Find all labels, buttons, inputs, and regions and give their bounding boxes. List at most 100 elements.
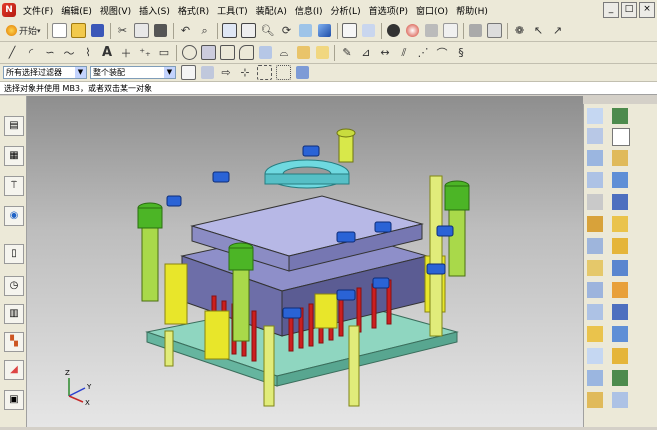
save-button[interactable] [89,22,107,40]
line-button[interactable]: ╱ [3,44,21,62]
curve-button[interactable]: ～ [60,44,78,62]
revolve-button[interactable] [612,108,628,124]
minimize-button[interactable]: _ [603,2,619,18]
menu-analysis[interactable]: 分析(L) [327,4,365,17]
palette-tab[interactable]: ◢ [4,360,24,380]
view-orient-button[interactable] [360,22,378,40]
rectangle-button[interactable]: ▭ [155,44,173,62]
menu-assemblies[interactable]: 装配(A) [252,4,291,17]
shell-button[interactable] [612,216,628,232]
trim-button[interactable] [199,44,217,62]
cut-button[interactable]: ✂ [114,22,132,40]
slot-button[interactable] [587,172,603,188]
curve-length-button[interactable]: ⌒ [433,44,451,62]
offset-face-button[interactable] [587,326,603,342]
process-studio-tab[interactable]: ▥ [4,304,24,324]
unite-button[interactable] [612,282,628,298]
fillet-button[interactable] [237,44,255,62]
quick-pick-button[interactable] [255,64,273,82]
type-filter-dropdown[interactable]: 所有选择过滤器 ▼ [3,66,87,79]
pad-button[interactable] [612,150,628,166]
point-button[interactable]: ＋ [117,44,135,62]
close-button[interactable]: × [639,2,655,18]
text-button[interactable]: A [98,44,116,62]
menu-preferences[interactable]: 首选项(P) [365,4,412,17]
roles-tab[interactable]: ▚ [4,332,24,352]
new-button[interactable] [51,22,69,40]
menu-view[interactable]: 视图(V) [96,4,135,17]
zoom-button[interactable] [240,22,258,40]
mirror-button[interactable] [587,260,603,276]
restore-button[interactable]: □ [621,2,637,18]
thread-button[interactable] [587,194,603,210]
groove-button[interactable] [612,172,628,188]
patch-button[interactable] [612,348,628,364]
layer-settings-button[interactable] [486,22,504,40]
lip-button[interactable] [612,392,628,408]
chamfer-button[interactable] [587,216,603,232]
assembly-select-button[interactable] [293,64,311,82]
menu-insert[interactable]: 插入(S) [135,4,174,17]
offset-button[interactable] [180,44,198,62]
hole-button[interactable] [587,128,603,144]
reuse-library-tab[interactable]: ⍡ [4,176,24,196]
emboss-button[interactable] [587,370,603,386]
helix-button[interactable]: § [452,44,470,62]
start-button[interactable]: 开始 ▾ [3,22,44,40]
draft-button[interactable] [587,238,603,254]
fit-button[interactable] [221,22,239,40]
menu-format[interactable]: 格式(R) [174,4,213,17]
zoom-in-button[interactable]: 🔍︎ [259,22,277,40]
rib-button[interactable] [587,392,603,408]
undo-button[interactable]: ↶ [177,22,195,40]
intersect-button[interactable] [612,304,628,320]
graphics-window[interactable]: Z Y X [27,96,583,427]
copy-button[interactable] [133,22,151,40]
project-button[interactable] [313,44,331,62]
rotate-button[interactable]: ⟳ [278,22,296,40]
sew-button[interactable] [587,348,603,364]
general-selection-button[interactable] [179,64,197,82]
menu-tools[interactable]: 工具(T) [213,4,252,17]
selection-intent-button[interactable]: ⇨ [217,64,235,82]
material-button[interactable] [442,22,460,40]
dimension-button[interactable]: ↔ [376,44,394,62]
history-tab[interactable]: ▯ [4,244,24,264]
pattern-button[interactable] [612,238,628,254]
join-button[interactable] [294,44,312,62]
divide-button[interactable]: ⋰ [414,44,432,62]
assembly-navigator-tab[interactable]: ▤ [4,116,24,136]
arc-button[interactable]: ◜ [22,44,40,62]
help-button[interactable] [385,22,403,40]
roles-settings-tab[interactable]: ▣ [4,390,24,410]
shaded-button[interactable] [316,22,334,40]
extrude-button[interactable] [587,108,603,124]
sketch-button[interactable]: ✎ [338,44,356,62]
web-browser-tab[interactable]: ◉ [4,206,24,226]
point-set-button[interactable]: ⁺₊ [136,44,154,62]
edge-blend-button[interactable] [612,194,628,210]
open-button[interactable] [70,22,88,40]
pan-button[interactable] [297,22,315,40]
trim-body-button[interactable] [612,260,628,276]
part-navigator-tab[interactable]: ▦ [4,146,24,166]
select-feature-button[interactable] [198,64,216,82]
rectangle-select-button[interactable] [274,64,292,82]
extend-button[interactable] [218,44,236,62]
render-button[interactable] [404,22,422,40]
wireframe-button[interactable] [341,22,359,40]
wrap-button[interactable] [612,370,628,386]
mirror-curve-button[interactable]: ⫽ [395,44,413,62]
paste-button[interactable] [152,22,170,40]
section-button[interactable] [256,44,274,62]
boss-button[interactable] [612,128,630,146]
bridge-button[interactable]: ⌓ [275,44,293,62]
menu-file[interactable]: 文件(F) [19,4,57,17]
spline-button[interactable]: ∽ [41,44,59,62]
command-finder-button[interactable]: ⌕ [196,22,214,40]
menu-information[interactable]: 信息(I) [291,4,327,17]
select-button[interactable]: ↖ [530,22,548,40]
snap-point-button[interactable]: ⊹ [236,64,254,82]
display-mode-button[interactable] [467,22,485,40]
layer-button[interactable] [423,22,441,40]
